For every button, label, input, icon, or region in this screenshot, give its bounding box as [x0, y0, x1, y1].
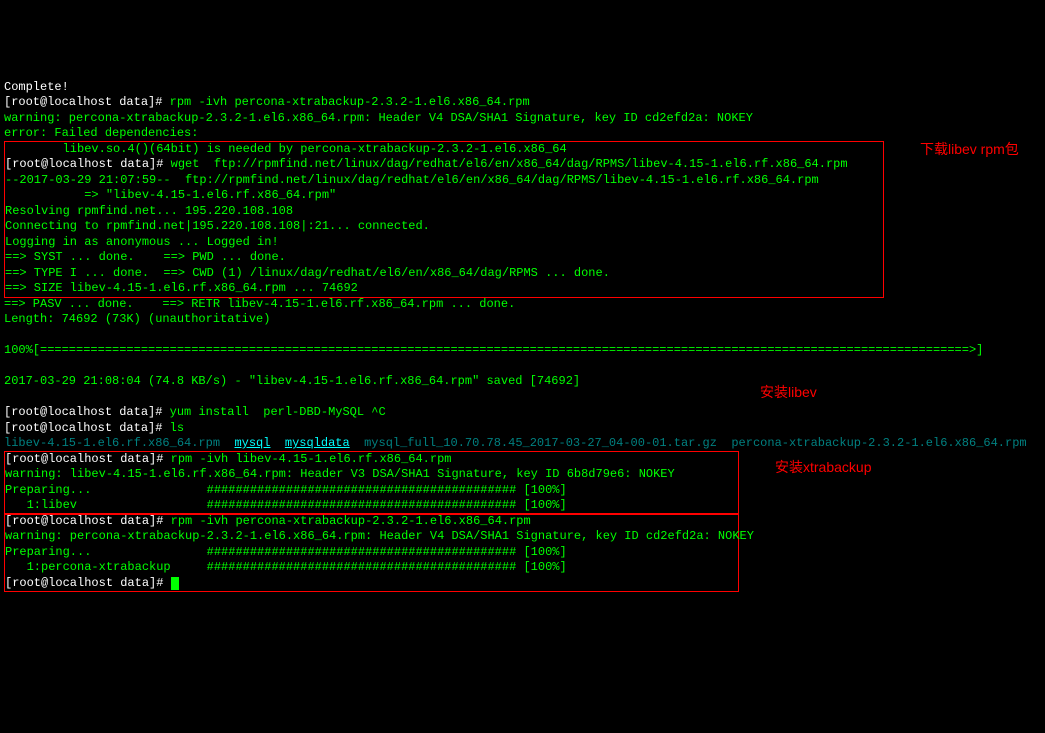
- prompt: [root@localhost data]#: [4, 405, 162, 419]
- pkg-line: 1:libev ################################…: [5, 498, 567, 512]
- length-line: Length: 74692 (73K) (unauthoritative): [4, 312, 270, 326]
- complete-msg: Complete!: [4, 80, 69, 94]
- command: [163, 576, 170, 590]
- ls-file: percona-xtrabackup-2.3.2-1.el6.x86_64.rp…: [731, 436, 1026, 450]
- login-line: Logging in as anonymous ... Logged in!: [5, 235, 279, 249]
- annotation-install-xtrabackup: 安装xtrabackup: [775, 460, 871, 476]
- command: yum install perl-DBD-MySQL ^C: [162, 405, 385, 419]
- preparing-line: Preparing... ###########################…: [5, 545, 567, 559]
- install-xtrabackup-box: [root@localhost data]# rpm -ivh percona-…: [4, 513, 739, 593]
- command: rpm -ivh libev-4.15-1.el6.rf.x86_64.rpm: [163, 452, 451, 466]
- install-libev-box: [root@localhost data]# rpm -ivh libev-4.…: [4, 451, 739, 515]
- download-section-box: libev.so.4()(64bit) is needed by percona…: [4, 141, 884, 298]
- prompt: [root@localhost data]#: [5, 157, 163, 171]
- dep-line: libev.so.4()(64bit) is needed by percona…: [5, 142, 567, 156]
- saved-line: 2017-03-29 21:08:04 (74.8 KB/s) - "libev…: [4, 374, 580, 388]
- size-line: ==> SIZE libev-4.15-1.el6.rf.x86_64.rpm …: [5, 281, 358, 295]
- resolve-line: Resolving rpmfind.net... 195.220.108.108: [5, 204, 293, 218]
- progress-bar: 100%[===================================…: [4, 343, 983, 357]
- ls-file: mysql_full_10.70.78.45_2017-03-27_04-00-…: [364, 436, 717, 450]
- command: wget ftp://rpmfind.net/linux/dag/redhat/…: [163, 157, 847, 171]
- ls-dir: mysqldata: [285, 436, 350, 450]
- warning-line: warning: percona-xtrabackup-2.3.2-1.el6.…: [4, 111, 753, 125]
- arrow-line: => "libev-4.15-1.el6.rf.x86_64.rpm": [5, 188, 336, 202]
- preparing-line: Preparing... ###########################…: [5, 483, 567, 497]
- error-line: error: Failed dependencies:: [4, 126, 198, 140]
- command: ls: [162, 421, 184, 435]
- prompt: [root@localhost data]#: [4, 95, 162, 109]
- prompt: [root@localhost data]#: [5, 514, 163, 528]
- pasv-line: ==> PASV ... done. ==> RETR libev-4.15-1…: [4, 297, 515, 311]
- pkg-line: 1:percona-xtrabackup ###################…: [5, 560, 567, 574]
- timestamp-line: --2017-03-29 21:07:59-- ftp://rpmfind.ne…: [5, 173, 819, 187]
- cursor: [171, 577, 179, 590]
- ls-file: libev-4.15-1.el6.rf.x86_64.rpm: [4, 436, 220, 450]
- annotation-install-libev: 安装libev: [760, 385, 817, 401]
- command: rpm -ivh percona-xtrabackup-2.3.2-1.el6.…: [163, 514, 530, 528]
- command: rpm -ivh percona-xtrabackup-2.3.2-1.el6.…: [162, 95, 529, 109]
- prompt: [root@localhost data]#: [5, 576, 163, 590]
- ls-dir: mysql: [234, 436, 270, 450]
- prompt: [root@localhost data]#: [4, 421, 162, 435]
- type-line: ==> TYPE I ... done. ==> CWD (1) /linux/…: [5, 266, 610, 280]
- syst-line: ==> SYST ... done. ==> PWD ... done.: [5, 250, 286, 264]
- prompt: [root@localhost data]#: [5, 452, 163, 466]
- terminal-output: Complete! [root@localhost data]# rpm -iv…: [0, 62, 1045, 593]
- annotation-download: 下载libev rpm包: [920, 142, 1019, 158]
- warning-line: warning: percona-xtrabackup-2.3.2-1.el6.…: [5, 529, 754, 543]
- warning-line: warning: libev-4.15-1.el6.rf.x86_64.rpm:…: [5, 467, 675, 481]
- connect-line: Connecting to rpmfind.net|195.220.108.10…: [5, 219, 430, 233]
